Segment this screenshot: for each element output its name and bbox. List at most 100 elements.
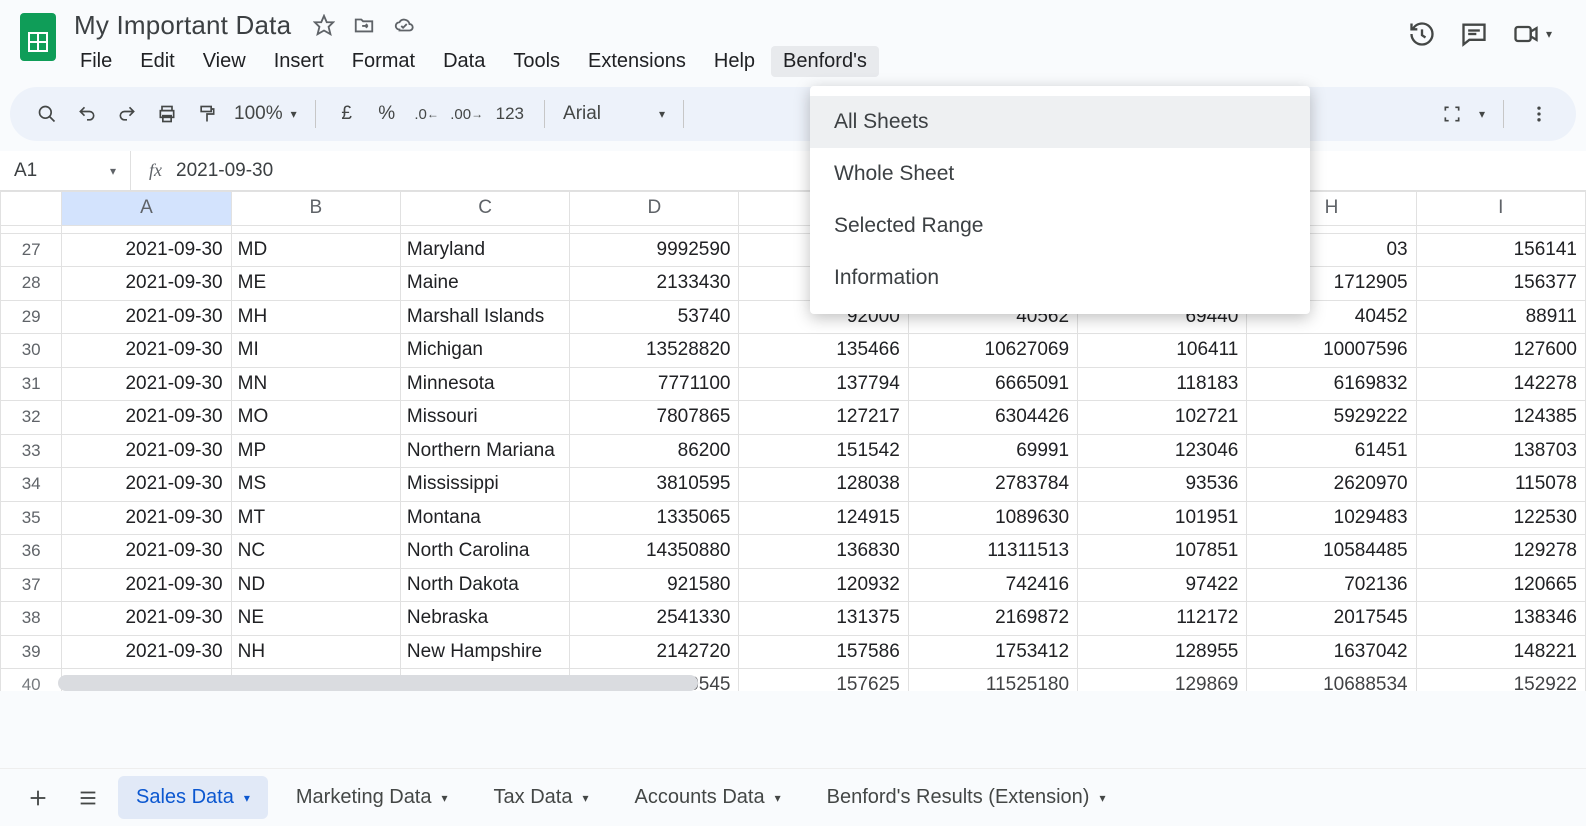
cell[interactable]: 13528820 [570,334,739,368]
cell[interactable]: 1089630 [908,501,1077,535]
move-folder-icon[interactable] [351,12,377,38]
cell[interactable]: 2021-09-30 [62,233,231,267]
percent-button[interactable]: % [370,97,404,131]
cell[interactable]: 10627069 [908,334,1077,368]
cell[interactable]: 129278 [1416,535,1585,569]
cell[interactable]: 131375 [739,602,908,636]
cell[interactable]: 86200 [570,434,739,468]
cell[interactable]: 1335065 [570,501,739,535]
cell[interactable]: 11525180 [908,669,1077,692]
cell[interactable]: 138346 [1416,602,1585,636]
sheet-tab-marketing-data[interactable]: Marketing Data▾ [278,776,466,819]
cell[interactable]: New Hampshire [400,635,569,669]
cell[interactable]: 2021-09-30 [62,401,231,435]
row-header[interactable]: 37 [1,568,62,602]
menu-extensions[interactable]: Extensions [576,46,698,77]
cell[interactable]: ME [231,267,400,301]
row-header[interactable]: 30 [1,334,62,368]
cell[interactable]: 136830 [739,535,908,569]
cell[interactable]: 156141 [1416,233,1585,267]
cell[interactable]: 138703 [1416,434,1585,468]
select-all-corner[interactable] [1,192,62,226]
cell[interactable]: 107851 [1078,535,1247,569]
sheet-tab-accounts-data[interactable]: Accounts Data▾ [617,776,799,819]
cell[interactable]: 2021-09-30 [62,602,231,636]
meet-icon[interactable]: ▾ [1512,20,1552,48]
cell[interactable]: 151542 [739,434,908,468]
cell[interactable]: 2021-09-30 [62,535,231,569]
sheets-logo[interactable] [16,8,60,66]
cell[interactable]: 120932 [739,568,908,602]
cell[interactable]: MS [231,468,400,502]
cell[interactable]: 2021-09-30 [62,334,231,368]
row-header[interactable]: 36 [1,535,62,569]
increase-decimal-button[interactable]: .00→ [450,97,484,131]
menu-file[interactable]: File [68,46,124,77]
cell[interactable]: 9992590 [570,233,739,267]
cell[interactable]: MT [231,501,400,535]
cell[interactable]: MD [231,233,400,267]
cell[interactable]: 702136 [1247,568,1416,602]
formula-bar[interactable]: 2021-09-30 [176,160,273,182]
chevron-down-icon[interactable]: ▾ [775,791,781,805]
cell[interactable]: 61451 [1247,434,1416,468]
cell[interactable]: 2169872 [908,602,1077,636]
cell[interactable]: 2021-09-30 [62,568,231,602]
cell[interactable]: North Carolina [400,535,569,569]
cell[interactable]: 2142720 [570,635,739,669]
cell[interactable]: 10007596 [1247,334,1416,368]
cell[interactable]: 157586 [739,635,908,669]
cell[interactable]: Mississippi [400,468,569,502]
menu-help[interactable]: Help [702,46,767,77]
row-header[interactable]: 27 [1,233,62,267]
menu-view[interactable]: View [191,46,258,77]
print-icon[interactable] [150,97,184,131]
cell[interactable]: NE [231,602,400,636]
cell[interactable]: 152922 [1416,669,1585,692]
menu-insert[interactable]: Insert [262,46,336,77]
cell[interactable]: 7807865 [570,401,739,435]
cell[interactable]: MH [231,300,400,334]
cell[interactable]: 115078 [1416,468,1585,502]
row-header[interactable]: 40 [1,669,62,692]
menu-item-information[interactable]: Information [810,252,1310,304]
column-header-C[interactable]: C [400,192,569,226]
cell[interactable]: 921580 [570,568,739,602]
cell[interactable]: 14350880 [570,535,739,569]
cell[interactable]: 2541330 [570,602,739,636]
star-icon[interactable] [311,12,337,38]
cell[interactable]: 3810595 [570,468,739,502]
cell[interactable]: 2021-09-30 [62,468,231,502]
cell[interactable]: MP [231,434,400,468]
cell[interactable]: 128955 [1078,635,1247,669]
cell[interactable]: 7771100 [570,367,739,401]
row-header[interactable]: 32 [1,401,62,435]
menu-edit[interactable]: Edit [128,46,186,77]
add-sheet-button[interactable] [18,778,58,818]
cell[interactable]: 112172 [1078,602,1247,636]
menu-item-all-sheets[interactable]: All Sheets [810,96,1310,148]
cell[interactable]: 124915 [739,501,908,535]
chevron-down-icon[interactable]: ▾ [1479,107,1485,121]
cell[interactable]: 2021-09-30 [62,635,231,669]
font-select[interactable]: Arial▾ [559,103,669,125]
cell[interactable]: NC [231,535,400,569]
row-header[interactable]: 35 [1,501,62,535]
cell[interactable]: MN [231,367,400,401]
cell[interactable]: 157625 [739,669,908,692]
sheet-tab-benford-s-results-extension-[interactable]: Benford's Results (Extension)▾ [809,776,1124,819]
cell[interactable]: Michigan [400,334,569,368]
cell[interactable]: 1753412 [908,635,1077,669]
sheet-tab-tax-data[interactable]: Tax Data▾ [476,776,607,819]
cell[interactable]: 2133430 [570,267,739,301]
zoom-select[interactable]: 100%▾ [230,103,301,125]
row-header[interactable]: 34 [1,468,62,502]
cell[interactable]: 11311513 [908,535,1077,569]
cell[interactable]: 88911 [1416,300,1585,334]
cell[interactable]: 148221 [1416,635,1585,669]
cell[interactable]: 137794 [739,367,908,401]
cell[interactable]: 127600 [1416,334,1585,368]
cell[interactable]: 2620970 [1247,468,1416,502]
cell[interactable]: 102721 [1078,401,1247,435]
cell[interactable]: Minnesota [400,367,569,401]
